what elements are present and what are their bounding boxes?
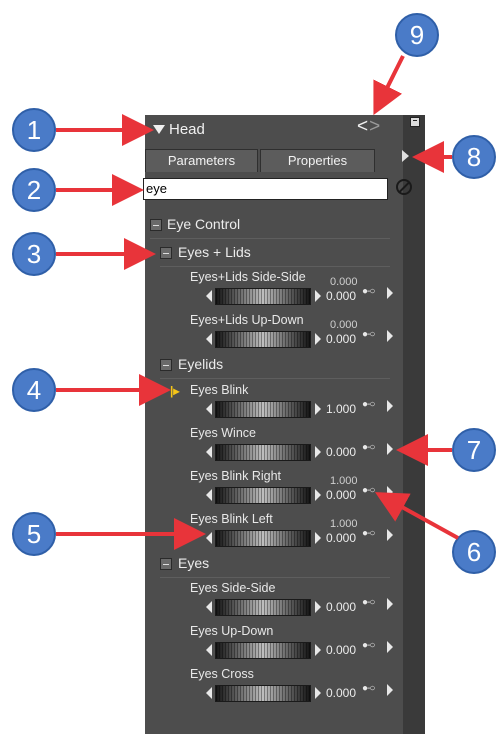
callout-arrow-9 — [373, 55, 405, 116]
callout-arrow-6 — [374, 492, 459, 540]
callout-arrows — [56, 55, 459, 550]
